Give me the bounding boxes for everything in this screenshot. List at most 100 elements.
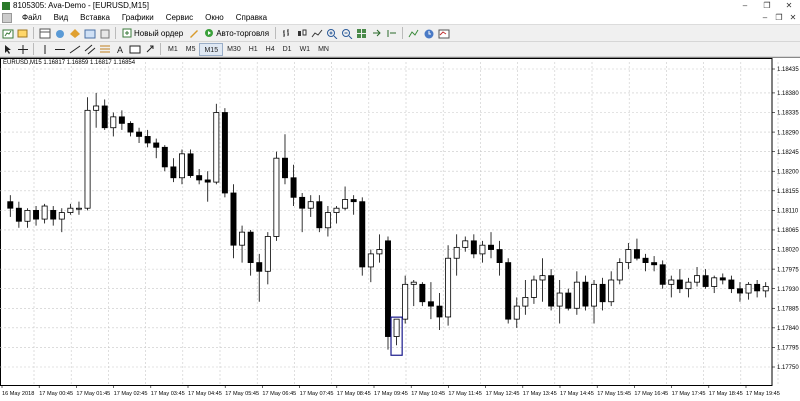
- navigator-icon[interactable]: [68, 27, 81, 40]
- menu-tools[interactable]: Сервис: [160, 12, 199, 24]
- candle-bull: [685, 281, 692, 290]
- timeframe-mn[interactable]: MN: [314, 43, 333, 56]
- data-window-icon[interactable]: [53, 27, 66, 40]
- x-tick-label: 17 May 01:45: [76, 391, 110, 397]
- child-minimize-button[interactable]: –: [758, 13, 772, 22]
- menu-view[interactable]: Вид: [48, 12, 74, 24]
- candle-bull: [608, 279, 615, 303]
- child-close-button[interactable]: ✕: [786, 13, 800, 22]
- indicators-icon[interactable]: [407, 27, 420, 40]
- new-order-button[interactable]: Новый ордер: [119, 26, 186, 40]
- line-chart-icon[interactable]: [310, 27, 323, 40]
- candle-bull: [625, 249, 632, 263]
- cursor-icon[interactable]: [1, 43, 14, 56]
- trendline-icon[interactable]: [68, 43, 81, 56]
- candle-bull: [711, 277, 718, 287]
- candle-bear: [230, 192, 237, 246]
- bar-chart-icon[interactable]: [280, 27, 293, 40]
- profiles-icon[interactable]: [16, 27, 29, 40]
- crosshair-icon[interactable]: [16, 43, 29, 56]
- auto-trading-button[interactable]: Авто-торговля: [201, 26, 272, 40]
- new-chart-icon[interactable]: [1, 27, 14, 40]
- chart-window[interactable]: 1.18435 1.18380 1.18335 1.18290 1.18245 1.182…: [0, 57, 800, 401]
- candle-bear: [170, 166, 177, 179]
- standard-toolbar: Новый ордер Авто-торговля: [0, 25, 800, 42]
- periods-icon[interactable]: [422, 27, 435, 40]
- candle-bull: [530, 279, 537, 298]
- candle-bear: [496, 249, 503, 263]
- candle-bear: [33, 209, 40, 220]
- candle-bull: [67, 207, 74, 213]
- child-window-icon[interactable]: [2, 12, 12, 23]
- y-tick-label: 1.17885: [777, 306, 799, 312]
- candle-bear: [728, 279, 735, 290]
- metaeditor-icon[interactable]: [187, 27, 200, 40]
- menu-help[interactable]: Справка: [230, 12, 273, 24]
- candle-bull: [513, 305, 520, 320]
- equidistant-channel-icon[interactable]: [83, 43, 96, 56]
- candle-bear: [754, 283, 761, 292]
- timeframe-m1[interactable]: M1: [164, 43, 182, 56]
- maximize-button[interactable]: ❐: [756, 1, 778, 10]
- candle-bear: [642, 257, 649, 263]
- vertical-line-icon[interactable]: [38, 43, 51, 56]
- candle-bull: [522, 296, 529, 307]
- timeframe-m15[interactable]: M15: [199, 42, 224, 56]
- templates-icon[interactable]: [437, 27, 450, 40]
- x-tick-label: 17 May 07:45: [300, 391, 334, 397]
- x-tick-label: 17 May 17:45: [672, 391, 706, 397]
- candle-bear: [599, 283, 606, 303]
- svg-text:A: A: [117, 45, 123, 55]
- close-button[interactable]: ✕: [778, 1, 800, 10]
- candle-bull: [75, 207, 82, 210]
- y-tick-label: 1.18380: [777, 91, 799, 97]
- market-watch-icon[interactable]: [38, 27, 51, 40]
- x-tick-label: 17 May 14:45: [560, 391, 594, 397]
- price-chart[interactable]: 1.18435 1.18380 1.18335 1.18290 1.18245 1.182…: [0, 58, 800, 401]
- candle-bear: [736, 288, 743, 294]
- timeframe-d1[interactable]: D1: [279, 43, 296, 56]
- terminal-icon[interactable]: [83, 27, 96, 40]
- candle-bear: [153, 142, 160, 148]
- x-tick-label: 17 May 05:45: [225, 391, 259, 397]
- candle-bear: [582, 281, 589, 307]
- arrows-icon[interactable]: [143, 43, 156, 56]
- candle-bear: [702, 275, 709, 287]
- y-tick-label: 1.18245: [777, 150, 799, 156]
- candlesticks-icon[interactable]: [295, 27, 308, 40]
- candle-bear: [548, 275, 555, 307]
- minimize-button[interactable]: –: [734, 1, 756, 10]
- timeframe-w1[interactable]: W1: [296, 43, 315, 56]
- child-restore-button[interactable]: ❐: [772, 13, 786, 22]
- timeframe-m30[interactable]: M30: [223, 43, 245, 56]
- label-icon[interactable]: [128, 43, 141, 56]
- strategy-tester-icon[interactable]: [98, 27, 111, 40]
- x-tick-label: 17 May 03:45: [151, 391, 185, 397]
- menu-charts[interactable]: Графики: [116, 12, 160, 24]
- candle-bear: [651, 262, 658, 266]
- candle-bear: [436, 305, 443, 318]
- timeframe-m5[interactable]: M5: [182, 43, 200, 56]
- candle-bull: [213, 112, 220, 183]
- timeframe-h1[interactable]: H1: [245, 43, 262, 56]
- timeframe-h4[interactable]: H4: [262, 43, 279, 56]
- text-label-icon[interactable]: A: [113, 43, 126, 56]
- chart-shift-icon[interactable]: [385, 27, 398, 40]
- horizontal-line-icon[interactable]: [53, 43, 66, 56]
- x-tick-label: 17 May 06:45: [262, 391, 296, 397]
- candle-bull: [333, 207, 340, 213]
- tile-windows-icon[interactable]: [355, 27, 368, 40]
- fibonacci-icon[interactable]: [98, 43, 111, 56]
- x-tick-label: 17 May 10:45: [411, 391, 445, 397]
- zoom-out-icon[interactable]: [340, 27, 353, 40]
- x-tick-label: 17 May 11:45: [448, 391, 481, 397]
- menu-window[interactable]: Окно: [199, 12, 230, 24]
- zoom-in-icon[interactable]: [325, 27, 338, 40]
- x-tick-label: 16 May 2018: [2, 391, 34, 397]
- menu-insert[interactable]: Вставка: [74, 12, 116, 24]
- toolbar-separator: [33, 43, 34, 55]
- auto-scroll-icon[interactable]: [370, 27, 383, 40]
- candle-bear: [316, 201, 323, 229]
- menu-file[interactable]: Файл: [16, 12, 48, 24]
- chart-info-label: EURUSD,M15 1.16817 1.16859 1.16817 1.168…: [3, 60, 136, 66]
